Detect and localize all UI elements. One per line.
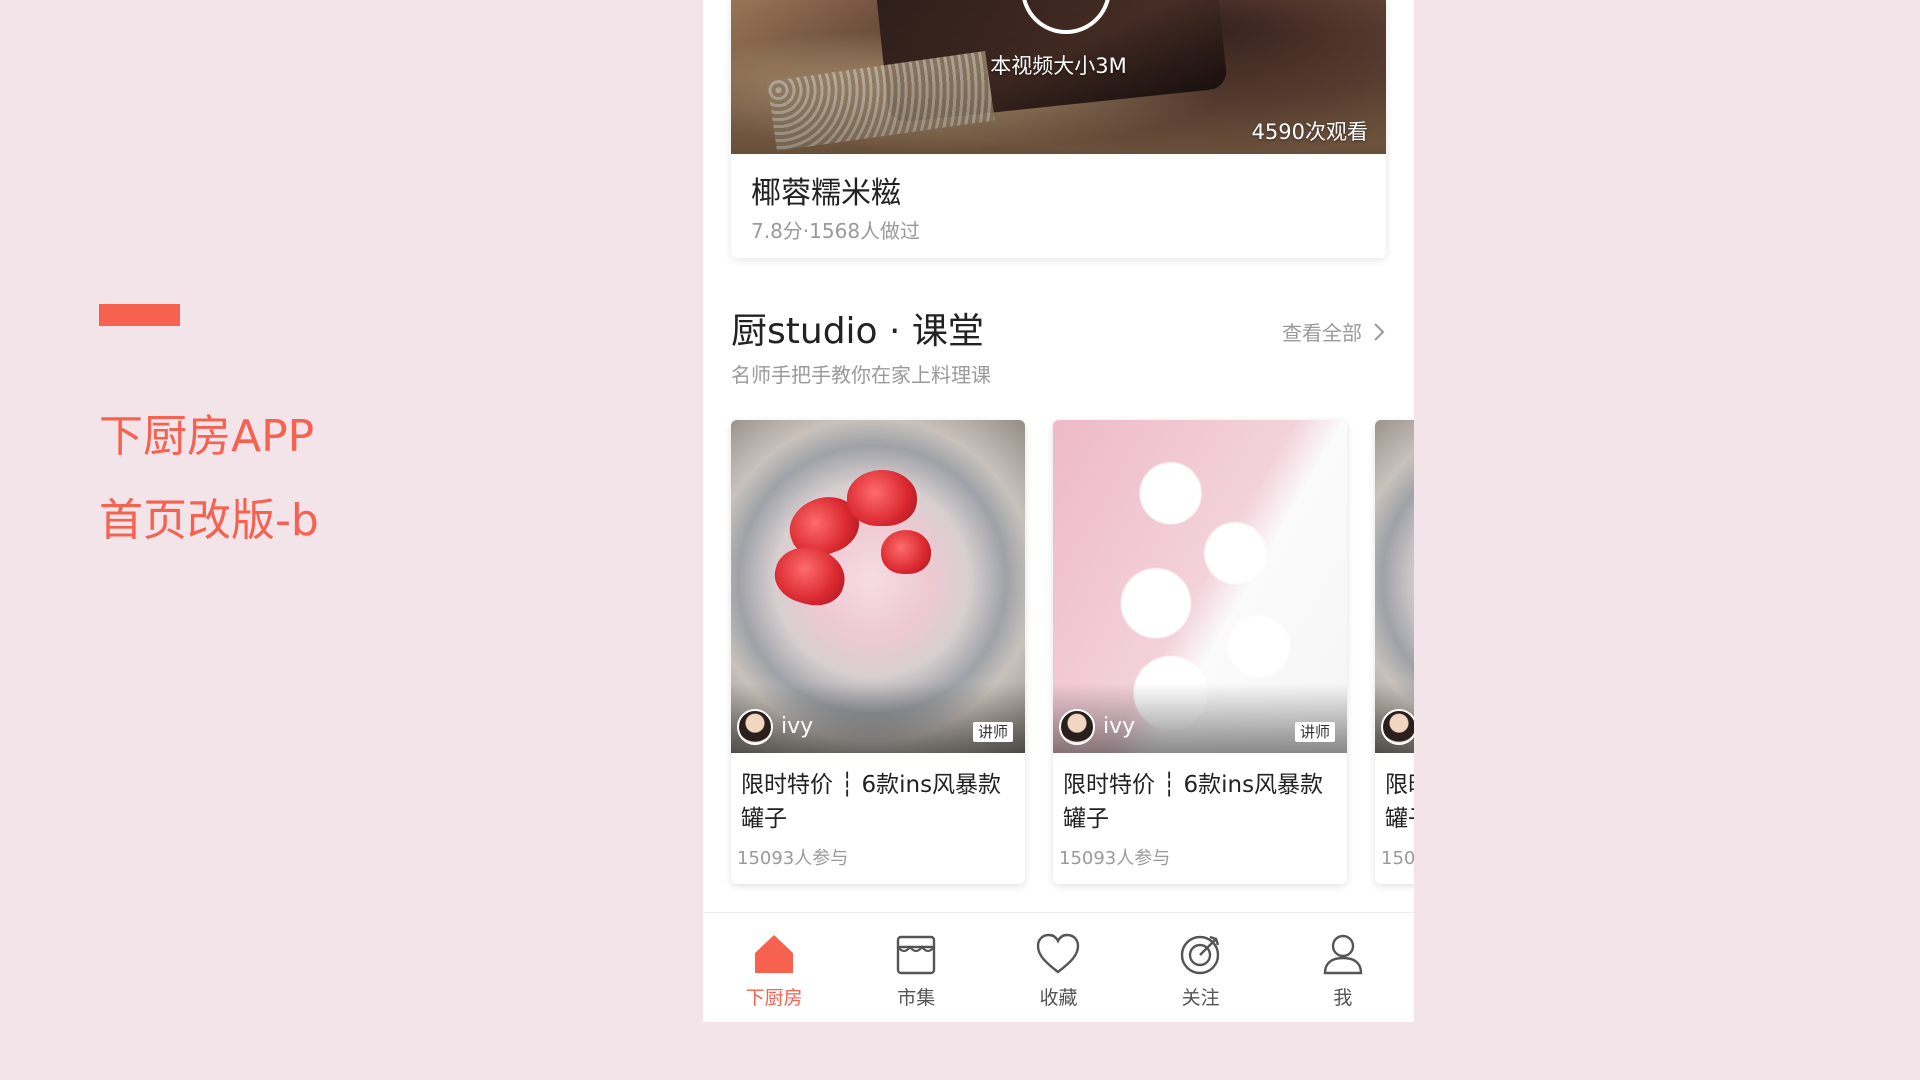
image-shade: [731, 683, 1025, 753]
caption-line-2: 首页改版-b: [99, 495, 319, 546]
bottom-tab-bar: 下厨房 市集 收藏 关注 我: [703, 913, 1414, 1022]
avatar[interactable]: [737, 709, 773, 745]
course-image: [1375, 420, 1414, 753]
course-image: [1053, 420, 1347, 753]
accent-bar: [99, 304, 180, 326]
video-size-label: 本视频大小3M: [990, 54, 1127, 78]
caption-line-1: 下厨房APP: [99, 411, 315, 462]
image-shade: [1053, 683, 1347, 753]
video-recipe-card[interactable]: 本视频大小3M 4590次观看 椰蓉糯米糍 7.8分·1568人做过: [731, 0, 1386, 258]
recipe-meta: 7.8分·1568人做过: [751, 219, 921, 243]
caption: 下厨房APP 首页改版-b: [99, 395, 319, 563]
course-title: 限时特价 ┆ 6款ins风暴款罐子: [1385, 772, 1414, 832]
strawberry-slice: [881, 530, 931, 574]
section-title: 厨studio · 课堂: [731, 311, 984, 352]
course-participants: 15093人参与: [737, 848, 849, 869]
chevron-right-icon: [1374, 322, 1385, 341]
person-icon: [1323, 934, 1363, 975]
tab-label: 收藏: [1039, 987, 1078, 1009]
tab-label: 下厨房: [745, 987, 803, 1009]
tab-label: 我: [1333, 987, 1353, 1009]
home-icon: [755, 935, 794, 973]
view-all-link[interactable]: 查看全部: [1282, 317, 1386, 346]
course-participants: 15093人参与: [1381, 848, 1414, 869]
phone-screen: 本视频大小3M 4590次观看 椰蓉糯米糍 7.8分·1568人做过 厨stud…: [703, 0, 1414, 1022]
instructor-badge: 讲师: [1294, 722, 1335, 742]
course-card[interactable]: ivy 讲师 限时特价 ┆ 6款ins风暴款罐子 15093人参与: [731, 420, 1025, 884]
tab-favorites[interactable]: 收藏: [987, 913, 1129, 1010]
store-icon: [897, 935, 936, 975]
tab-label: 市集: [897, 987, 936, 1009]
view-all-label: 查看全部: [1282, 321, 1362, 345]
instructor-badge: 讲师: [972, 722, 1013, 742]
section-subtitle: 名师手把手教你在家上料理课: [731, 363, 991, 387]
course-card[interactable]: 限时特价 ┆ 6款ins风暴款罐子 15093人参与: [1375, 420, 1414, 884]
heart-icon: [1037, 933, 1080, 974]
video-thumbnail[interactable]: 本视频大小3M 4590次观看: [731, 0, 1386, 154]
course-title: 限时特价 ┆ 6款ins风暴款罐子: [1063, 772, 1324, 832]
author-name: ivy: [1103, 714, 1136, 739]
tab-following[interactable]: 关注: [1130, 913, 1272, 1010]
strawberry-slice: [847, 470, 917, 526]
video-views-label: 4590次观看: [1251, 120, 1368, 144]
tab-me[interactable]: 我: [1272, 913, 1414, 1010]
tab-home[interactable]: 下厨房: [703, 913, 845, 1010]
author-name: ivy: [781, 714, 814, 739]
tab-market[interactable]: 市集: [845, 913, 987, 1010]
avatar[interactable]: [1059, 709, 1095, 745]
course-card[interactable]: ivy 讲师 限时特价 ┆ 6款ins风暴款罐子 15093人参与: [1053, 420, 1347, 884]
recipe-title: 椰蓉糯米糍: [751, 176, 901, 211]
course-image: [731, 420, 1025, 753]
slide: 下厨房APP 首页改版-b 本视频大小3M 4590次观看 椰蓉糯米糍 7.8分…: [0, 0, 1920, 1080]
course-participants: 15093人参与: [1059, 848, 1171, 869]
course-title: 限时特价 ┆ 6款ins风暴款罐子: [741, 772, 1002, 832]
strawberry-slice: [768, 539, 852, 613]
tab-label: 关注: [1181, 987, 1220, 1009]
follow-target-icon: [1180, 935, 1219, 975]
avatar[interactable]: [1381, 709, 1414, 745]
course-card-list: ivy 讲师 限时特价 ┆ 6款ins风暴款罐子 15093人参与 ivy 讲师…: [731, 420, 1414, 885]
